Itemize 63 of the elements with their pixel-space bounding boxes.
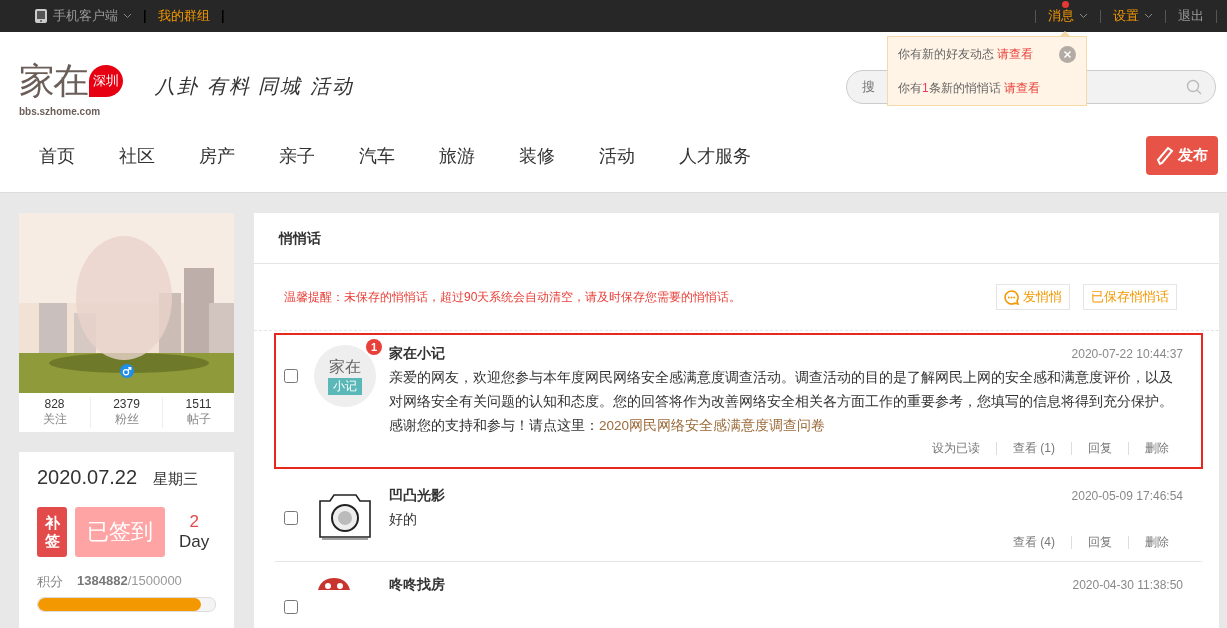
search-icon <box>1186 78 1202 95</box>
stat-label[interactable]: 关注 <box>42 411 67 428</box>
unread-count-badge: 1 <box>366 339 382 355</box>
slogan: 八卦 有料 同城 活动 <box>155 74 354 99</box>
message-checkbox[interactable] <box>284 369 298 383</box>
message-action-link[interactable]: 删除 <box>1129 440 1169 457</box>
points-label: 积分 <box>37 573 63 591</box>
notice-text: 温馨提醒：未保存的悄悄话，超过90天系统会自动清空，请及时保存您需要的悄悄话。 <box>284 288 742 306</box>
mobile-app-menu[interactable]: 手机客户端 <box>34 0 144 32</box>
notification-text: 你有1条新的悄悄话 请查看 <box>898 79 1042 97</box>
nav-link[interactable]: 人才服务 <box>679 143 751 168</box>
nav-link[interactable]: 活动 <box>599 143 635 168</box>
stat-value: 2379 <box>113 397 140 411</box>
nav-link[interactable]: 装修 <box>519 143 555 168</box>
nav-link[interactable]: 社区 <box>119 143 155 168</box>
stat-value: 828 <box>44 397 65 411</box>
message-action-link[interactable]: 删除 <box>1129 534 1169 551</box>
top-menu-item[interactable]: 消息 <box>1036 0 1100 32</box>
weekday-text: 星期三 <box>153 470 199 489</box>
stat-value: 1511 <box>185 397 212 411</box>
nav-link[interactable]: 亲子 <box>279 143 315 168</box>
caret-icon <box>1079 13 1088 19</box>
message-action-link[interactable]: 查看 (4) <box>997 534 1071 551</box>
message-checkbox[interactable] <box>284 600 298 614</box>
message-action-link[interactable]: 设为已读 <box>916 440 996 457</box>
top-menu-item[interactable]: 设置 <box>1101 0 1165 32</box>
sender-name[interactable]: 咚咚找房 <box>389 576 445 594</box>
message-text: 好的 <box>389 511 418 529</box>
message-time: 2020-05-09 17:46:54 <box>1071 489 1183 503</box>
stat-label[interactable]: 帖子 <box>186 411 211 428</box>
chat-icon <box>1004 289 1019 305</box>
message-action-link[interactable]: 回复 <box>1072 534 1128 551</box>
message-time: 2020-07-22 10:44:37 <box>1071 347 1183 361</box>
makeup-signin-button[interactable]: 补签 <box>37 507 67 557</box>
top-menu-item[interactable]: 退出 <box>1166 0 1216 32</box>
pen-icon <box>1156 145 1174 166</box>
message-checkbox[interactable] <box>284 511 298 525</box>
panel-title: 悄悄话 <box>254 213 1219 264</box>
streak-unit: Day <box>179 532 210 552</box>
message-text: 亲爱的网友，欢迎您参与本年度网民网络安全感满意度调查活动。调查活动的目的是了解网民上网的安全感和满意度评价，以及对网络安全有关问题的认知和态度。您的回答将作为改善网络安全相关各方面工作的重要参考，您填写的信息将得到充分保护。感谢您的支持和参与！请点这里：2020网民网络安全感满意度调查问卷 <box>389 369 1174 435</box>
sender-name[interactable]: 凹凸光影 <box>389 487 445 505</box>
caret-icon <box>1144 13 1153 19</box>
points-value: 1384882/1500000 <box>77 573 182 590</box>
view-link[interactable]: 请查看 <box>1004 80 1041 95</box>
message-action-link[interactable]: 回复 <box>1072 440 1128 457</box>
streak-count: 2 <box>189 512 199 532</box>
date-text: 2020.07.22 <box>37 466 138 489</box>
stat-label[interactable]: 粉丝 <box>114 411 139 428</box>
publish-button[interactable]: 发布 <box>1146 136 1218 175</box>
male-symbol-icon <box>120 364 134 378</box>
view-link[interactable]: 请查看 <box>997 46 1034 61</box>
tablet-icon <box>34 8 48 24</box>
nav-link[interactable]: 汽车 <box>359 143 395 168</box>
message-action-link[interactable]: 查看 (1) <box>997 440 1071 457</box>
caret-icon <box>123 13 132 19</box>
survey-link[interactable]: 2020网民网络安全感满意度调查问卷 <box>599 418 826 433</box>
nav-link[interactable]: 旅游 <box>439 143 475 168</box>
top-link[interactable]: 我的群组 <box>146 0 222 32</box>
sender-name[interactable]: 家在小记 <box>389 345 445 363</box>
message-time: 2020-04-30 11:38:50 <box>1072 578 1183 592</box>
notification-dot <box>1062 1 1069 8</box>
nav-link[interactable]: 首页 <box>39 143 75 168</box>
nav-link[interactable]: 房产 <box>199 143 235 168</box>
